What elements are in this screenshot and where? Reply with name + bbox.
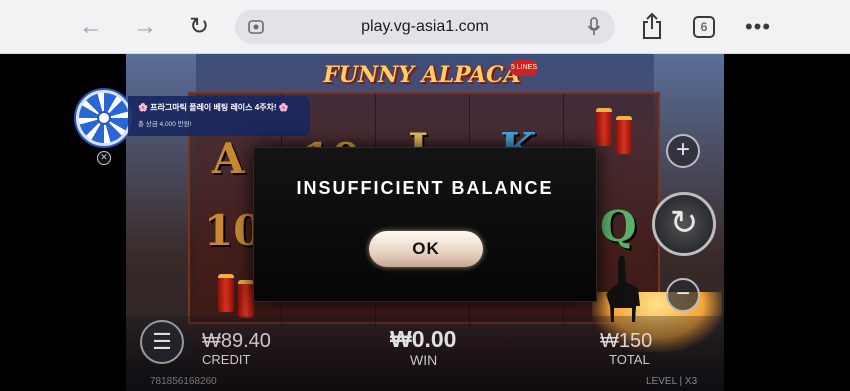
alpaca-silhouette	[606, 256, 640, 322]
game-logo: FUNNY ALPACA	[323, 62, 521, 88]
credit-value: ₩89.40	[202, 330, 271, 352]
spin-button[interactable]: ↻	[652, 192, 716, 256]
address-bar[interactable]: play.vg-asia1.com	[235, 10, 615, 44]
firecracker-symbol	[218, 274, 234, 312]
lines-badge: 5 LINES	[510, 60, 538, 76]
firecracker-symbol	[238, 280, 254, 318]
promo-close-icon[interactable]: ✕	[97, 151, 111, 165]
back-icon[interactable]: ←	[76, 12, 106, 42]
promo-title: 🌸 프라그마틱 플레이 베팅 레이스 4주차! 🌸	[138, 103, 289, 112]
game-round-id: 781856168260	[150, 376, 217, 387]
win-value: ₩0.00	[390, 326, 457, 352]
firecracker-symbol	[596, 108, 612, 146]
promo-subtitle: 총 상금 4,000 만원!	[138, 121, 192, 128]
reel-symbol: Q	[600, 202, 637, 251]
game-viewport: FUNNY ALPACA 5 LINES A 10 10 J K Q	[0, 54, 850, 391]
browser-toolbar: ← → ↻ play.vg-asia1.com 6 •••	[0, 0, 850, 54]
credit-label: CREDIT	[202, 352, 251, 367]
total-bet-label: TOTAL	[609, 352, 650, 367]
level-indicator: LEVEL | X3	[646, 376, 698, 387]
prize-wheel-hub	[97, 111, 111, 125]
forward-icon[interactable]: →	[130, 12, 160, 42]
promo-banner[interactable]: 🌸 프라그마틱 플레이 베팅 레이스 4주차! 🌸 총 상금 4,000 만원!	[128, 96, 310, 136]
total-bet-value: ₩150	[600, 330, 653, 352]
microphone-icon[interactable]	[587, 17, 601, 37]
share-icon[interactable]	[638, 12, 666, 42]
decrease-bet-button[interactable]: −	[666, 278, 700, 312]
insufficient-balance-dialog: INSUFFICIENT BALANCE OK	[253, 147, 597, 302]
dialog-title: INSUFFICIENT BALANCE	[296, 178, 554, 198]
firecracker-symbol	[616, 116, 632, 154]
tabs-button[interactable]: 6	[693, 16, 715, 38]
url-text: play.vg-asia1.com	[361, 18, 489, 35]
win-label: WIN	[410, 352, 438, 368]
reel-symbol: A	[212, 134, 245, 183]
ok-button[interactable]: OK	[369, 231, 483, 267]
increase-bet-button[interactable]: +	[666, 134, 700, 168]
menu-button[interactable]: ☰	[140, 320, 184, 364]
reload-icon[interactable]: ↻	[184, 12, 214, 42]
more-options-icon[interactable]: •••	[744, 14, 772, 40]
